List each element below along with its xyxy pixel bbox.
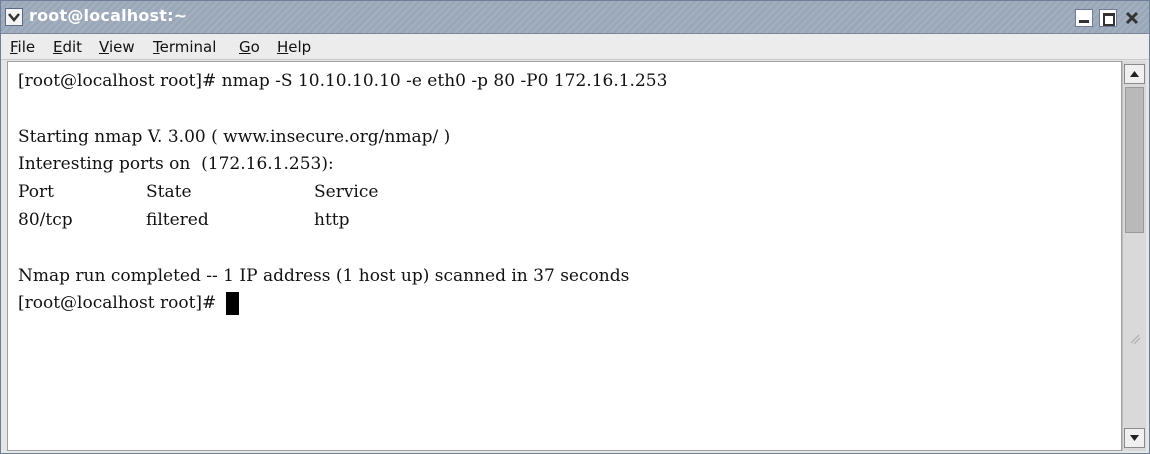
menu-view-label: iew bbox=[108, 38, 135, 56]
port-table-header: Port State Service bbox=[18, 179, 667, 207]
window-title: root@localhost:~ bbox=[29, 6, 188, 25]
menu-go-mnemonic: G bbox=[239, 38, 251, 56]
scrollbar-thumb[interactable] bbox=[1125, 87, 1144, 233]
header-service: Service bbox=[314, 182, 379, 203]
menu-bar: File Edit View Terminal Go Help bbox=[1, 34, 1149, 60]
cell-service: http bbox=[314, 209, 350, 230]
scroll-down-button[interactable] bbox=[1124, 428, 1145, 448]
minimize-button[interactable] bbox=[1075, 9, 1093, 27]
menu-file-label: ile bbox=[17, 38, 36, 56]
menu-edit-label: dit bbox=[62, 38, 83, 56]
terminal-line: Starting nmap V. 3.00 ( www.insecure.org… bbox=[18, 126, 451, 147]
menu-help-mnemonic: H bbox=[277, 38, 289, 56]
terminal-line: Interesting ports on (172.16.1.253): bbox=[18, 154, 334, 175]
menu-go-label: o bbox=[250, 38, 260, 56]
port-table-row: 80/tcp filtered http bbox=[18, 207, 667, 235]
minimize-icon bbox=[1079, 20, 1089, 23]
resize-grip-icon bbox=[1130, 334, 1141, 345]
menu-terminal-mnemonic: T bbox=[153, 38, 160, 56]
text-cursor bbox=[225, 292, 239, 316]
title-bar[interactable]: root@localhost:~ bbox=[1, 1, 1149, 34]
menu-help[interactable]: Help bbox=[277, 38, 311, 56]
window-menu-button[interactable] bbox=[5, 8, 23, 26]
terminal-window: root@localhost:~ File Edit View Terminal… bbox=[0, 0, 1150, 454]
prompt-line: [root@localhost root]# bbox=[18, 290, 667, 318]
maximize-icon bbox=[1103, 13, 1115, 26]
shell-prompt: [root@localhost root]# bbox=[18, 293, 222, 314]
close-icon bbox=[1125, 11, 1139, 25]
menu-file-mnemonic: F bbox=[10, 38, 18, 56]
cell-port: 80/tcp bbox=[18, 209, 73, 230]
header-port: Port bbox=[18, 182, 54, 203]
arrow-down-icon bbox=[1130, 435, 1139, 441]
terminal-line: [root@localhost root]# nmap -S 10.10.10.… bbox=[18, 71, 668, 91]
menu-terminal[interactable]: Terminal bbox=[153, 38, 216, 56]
header-state: State bbox=[146, 182, 192, 203]
menu-file[interactable]: File bbox=[10, 38, 35, 56]
menu-help-label: elp bbox=[288, 38, 312, 56]
vertical-scrollbar[interactable] bbox=[1122, 61, 1146, 451]
terminal-line: Nmap run completed -- 1 IP address (1 ho… bbox=[18, 265, 630, 286]
menu-go[interactable]: Go bbox=[239, 38, 260, 56]
close-button[interactable] bbox=[1123, 9, 1141, 27]
menu-view-mnemonic: V bbox=[99, 38, 109, 56]
chevron-down-icon bbox=[8, 13, 20, 22]
menu-view[interactable]: View bbox=[99, 38, 135, 56]
arrow-up-icon bbox=[1130, 71, 1139, 77]
cell-state: filtered bbox=[146, 209, 209, 230]
menu-terminal-label: erminal bbox=[159, 38, 217, 56]
terminal-output[interactable]: [root@localhost root]# nmap -S 10.10.10.… bbox=[7, 61, 1122, 451]
terminal-text: [root@localhost root]# nmap -S 10.10.10.… bbox=[18, 68, 667, 318]
menu-edit[interactable]: Edit bbox=[53, 38, 82, 56]
scroll-up-button[interactable] bbox=[1124, 64, 1145, 84]
maximize-button[interactable] bbox=[1099, 9, 1117, 27]
